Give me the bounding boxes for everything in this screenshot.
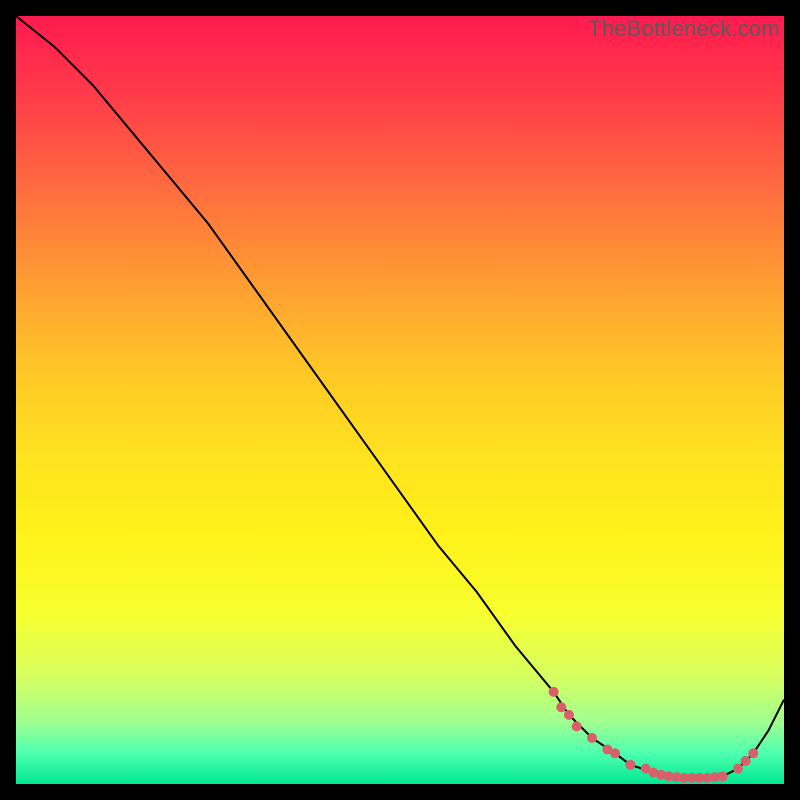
data-point: [587, 733, 597, 743]
data-point: [564, 710, 574, 720]
plot-area: TheBottleneck.com: [16, 16, 784, 784]
plot-svg: [16, 16, 784, 784]
data-point: [549, 687, 559, 697]
chart-curve: [16, 16, 784, 778]
data-point: [556, 702, 566, 712]
data-point: [610, 748, 620, 758]
data-point: [733, 764, 743, 774]
data-point: [718, 771, 728, 781]
chart-dots: [549, 687, 759, 783]
data-point: [572, 721, 582, 731]
chart-stage: TheBottleneck.com: [0, 0, 800, 800]
data-point: [748, 748, 758, 758]
data-point: [625, 760, 635, 770]
data-point: [741, 756, 751, 766]
